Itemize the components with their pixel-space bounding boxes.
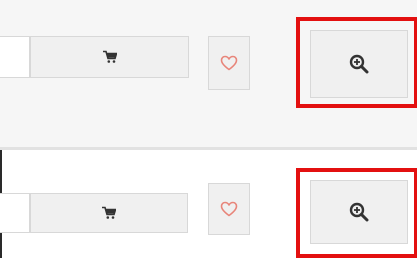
quantity-input[interactable] (0, 193, 30, 233)
zoom-in-icon (349, 54, 369, 74)
cart-icon (102, 50, 117, 63)
add-to-cart-button[interactable] (30, 193, 188, 233)
quantity-input[interactable] (0, 36, 30, 78)
wishlist-button[interactable] (208, 36, 250, 90)
zoom-in-icon (349, 202, 369, 222)
cart-icon (102, 206, 116, 219)
quick-view-zoom-button[interactable] (310, 180, 408, 244)
add-to-cart-button[interactable] (30, 36, 189, 78)
heart-icon (220, 55, 238, 71)
heart-icon (220, 201, 238, 217)
quick-view-zoom-button[interactable] (310, 30, 408, 98)
wishlist-button[interactable] (208, 183, 250, 235)
